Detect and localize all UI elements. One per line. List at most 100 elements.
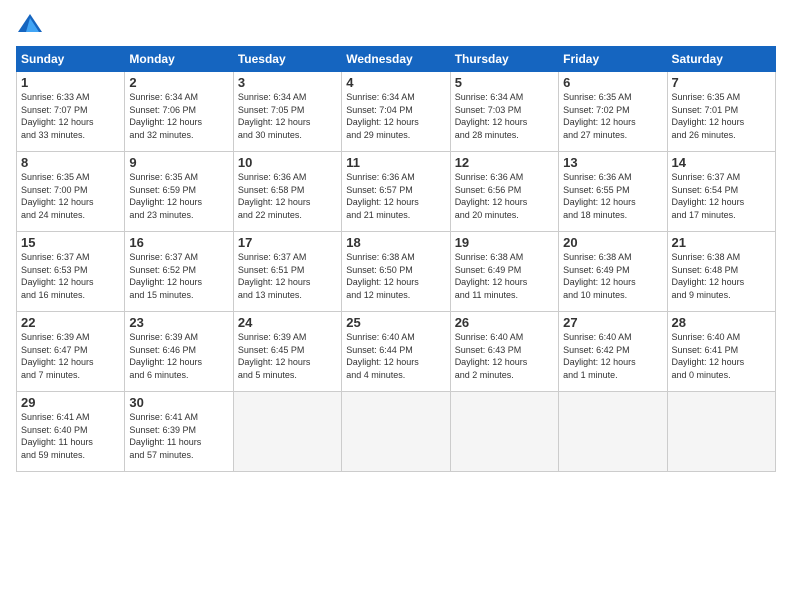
day-info: Sunrise: 6:35 AM Sunset: 7:00 PM Dayligh…: [21, 171, 120, 221]
calendar-cell: 20Sunrise: 6:38 AM Sunset: 6:49 PM Dayli…: [559, 232, 667, 312]
calendar-cell: [450, 392, 558, 472]
day-number: 24: [238, 315, 337, 330]
calendar: SundayMondayTuesdayWednesdayThursdayFrid…: [16, 46, 776, 472]
calendar-cell: [233, 392, 341, 472]
day-number: 27: [563, 315, 662, 330]
day-info: Sunrise: 6:40 AM Sunset: 6:44 PM Dayligh…: [346, 331, 445, 381]
day-number: 22: [21, 315, 120, 330]
day-number: 14: [672, 155, 771, 170]
calendar-cell: 23Sunrise: 6:39 AM Sunset: 6:46 PM Dayli…: [125, 312, 233, 392]
day-info: Sunrise: 6:41 AM Sunset: 6:40 PM Dayligh…: [21, 411, 120, 461]
calendar-cell: 17Sunrise: 6:37 AM Sunset: 6:51 PM Dayli…: [233, 232, 341, 312]
day-number: 21: [672, 235, 771, 250]
calendar-cell: 13Sunrise: 6:36 AM Sunset: 6:55 PM Dayli…: [559, 152, 667, 232]
day-number: 4: [346, 75, 445, 90]
calendar-cell: 7Sunrise: 6:35 AM Sunset: 7:01 PM Daylig…: [667, 72, 775, 152]
calendar-cell: 4Sunrise: 6:34 AM Sunset: 7:04 PM Daylig…: [342, 72, 450, 152]
calendar-cell: 21Sunrise: 6:38 AM Sunset: 6:48 PM Dayli…: [667, 232, 775, 312]
calendar-cell: 5Sunrise: 6:34 AM Sunset: 7:03 PM Daylig…: [450, 72, 558, 152]
day-info: Sunrise: 6:34 AM Sunset: 7:06 PM Dayligh…: [129, 91, 228, 141]
calendar-cell: 14Sunrise: 6:37 AM Sunset: 6:54 PM Dayli…: [667, 152, 775, 232]
calendar-header: SundayMondayTuesdayWednesdayThursdayFrid…: [17, 47, 776, 72]
calendar-cell: 9Sunrise: 6:35 AM Sunset: 6:59 PM Daylig…: [125, 152, 233, 232]
day-info: Sunrise: 6:35 AM Sunset: 7:02 PM Dayligh…: [563, 91, 662, 141]
day-info: Sunrise: 6:38 AM Sunset: 6:48 PM Dayligh…: [672, 251, 771, 301]
day-info: Sunrise: 6:34 AM Sunset: 7:03 PM Dayligh…: [455, 91, 554, 141]
calendar-cell: 12Sunrise: 6:36 AM Sunset: 6:56 PM Dayli…: [450, 152, 558, 232]
day-info: Sunrise: 6:40 AM Sunset: 6:42 PM Dayligh…: [563, 331, 662, 381]
calendar-cell: 24Sunrise: 6:39 AM Sunset: 6:45 PM Dayli…: [233, 312, 341, 392]
day-number: 3: [238, 75, 337, 90]
day-number: 9: [129, 155, 228, 170]
day-number: 2: [129, 75, 228, 90]
day-number: 8: [21, 155, 120, 170]
day-info: Sunrise: 6:39 AM Sunset: 6:47 PM Dayligh…: [21, 331, 120, 381]
weekday-header-monday: Monday: [125, 47, 233, 72]
calendar-cell: 11Sunrise: 6:36 AM Sunset: 6:57 PM Dayli…: [342, 152, 450, 232]
header: [16, 10, 776, 38]
day-number: 29: [21, 395, 120, 410]
weekday-header-wednesday: Wednesday: [342, 47, 450, 72]
calendar-cell: 26Sunrise: 6:40 AM Sunset: 6:43 PM Dayli…: [450, 312, 558, 392]
calendar-cell: [559, 392, 667, 472]
calendar-week-4: 29Sunrise: 6:41 AM Sunset: 6:40 PM Dayli…: [17, 392, 776, 472]
calendar-cell: 19Sunrise: 6:38 AM Sunset: 6:49 PM Dayli…: [450, 232, 558, 312]
weekday-header-saturday: Saturday: [667, 47, 775, 72]
day-info: Sunrise: 6:34 AM Sunset: 7:04 PM Dayligh…: [346, 91, 445, 141]
day-number: 12: [455, 155, 554, 170]
calendar-cell: 10Sunrise: 6:36 AM Sunset: 6:58 PM Dayli…: [233, 152, 341, 232]
day-number: 6: [563, 75, 662, 90]
day-number: 23: [129, 315, 228, 330]
day-info: Sunrise: 6:36 AM Sunset: 6:55 PM Dayligh…: [563, 171, 662, 221]
day-number: 15: [21, 235, 120, 250]
day-number: 17: [238, 235, 337, 250]
calendar-week-0: 1Sunrise: 6:33 AM Sunset: 7:07 PM Daylig…: [17, 72, 776, 152]
calendar-week-1: 8Sunrise: 6:35 AM Sunset: 7:00 PM Daylig…: [17, 152, 776, 232]
day-number: 19: [455, 235, 554, 250]
calendar-cell: 16Sunrise: 6:37 AM Sunset: 6:52 PM Dayli…: [125, 232, 233, 312]
calendar-body: 1Sunrise: 6:33 AM Sunset: 7:07 PM Daylig…: [17, 72, 776, 472]
day-info: Sunrise: 6:37 AM Sunset: 6:51 PM Dayligh…: [238, 251, 337, 301]
day-info: Sunrise: 6:41 AM Sunset: 6:39 PM Dayligh…: [129, 411, 228, 461]
weekday-header-tuesday: Tuesday: [233, 47, 341, 72]
day-info: Sunrise: 6:39 AM Sunset: 6:46 PM Dayligh…: [129, 331, 228, 381]
calendar-week-2: 15Sunrise: 6:37 AM Sunset: 6:53 PM Dayli…: [17, 232, 776, 312]
logo-icon: [16, 10, 44, 38]
calendar-cell: 15Sunrise: 6:37 AM Sunset: 6:53 PM Dayli…: [17, 232, 125, 312]
calendar-week-3: 22Sunrise: 6:39 AM Sunset: 6:47 PM Dayli…: [17, 312, 776, 392]
day-number: 28: [672, 315, 771, 330]
day-info: Sunrise: 6:37 AM Sunset: 6:54 PM Dayligh…: [672, 171, 771, 221]
day-info: Sunrise: 6:35 AM Sunset: 6:59 PM Dayligh…: [129, 171, 228, 221]
calendar-cell: 22Sunrise: 6:39 AM Sunset: 6:47 PM Dayli…: [17, 312, 125, 392]
calendar-cell: 1Sunrise: 6:33 AM Sunset: 7:07 PM Daylig…: [17, 72, 125, 152]
day-info: Sunrise: 6:38 AM Sunset: 6:49 PM Dayligh…: [563, 251, 662, 301]
day-info: Sunrise: 6:36 AM Sunset: 6:56 PM Dayligh…: [455, 171, 554, 221]
calendar-cell: 30Sunrise: 6:41 AM Sunset: 6:39 PM Dayli…: [125, 392, 233, 472]
day-info: Sunrise: 6:37 AM Sunset: 6:52 PM Dayligh…: [129, 251, 228, 301]
day-info: Sunrise: 6:36 AM Sunset: 6:57 PM Dayligh…: [346, 171, 445, 221]
day-info: Sunrise: 6:38 AM Sunset: 6:49 PM Dayligh…: [455, 251, 554, 301]
day-info: Sunrise: 6:33 AM Sunset: 7:07 PM Dayligh…: [21, 91, 120, 141]
day-number: 20: [563, 235, 662, 250]
logo: [16, 10, 48, 38]
day-number: 16: [129, 235, 228, 250]
day-info: Sunrise: 6:40 AM Sunset: 6:41 PM Dayligh…: [672, 331, 771, 381]
day-number: 7: [672, 75, 771, 90]
day-number: 13: [563, 155, 662, 170]
calendar-cell: 18Sunrise: 6:38 AM Sunset: 6:50 PM Dayli…: [342, 232, 450, 312]
day-number: 18: [346, 235, 445, 250]
day-info: Sunrise: 6:35 AM Sunset: 7:01 PM Dayligh…: [672, 91, 771, 141]
day-number: 30: [129, 395, 228, 410]
calendar-cell: 27Sunrise: 6:40 AM Sunset: 6:42 PM Dayli…: [559, 312, 667, 392]
calendar-cell: [342, 392, 450, 472]
day-number: 1: [21, 75, 120, 90]
calendar-cell: 2Sunrise: 6:34 AM Sunset: 7:06 PM Daylig…: [125, 72, 233, 152]
day-number: 11: [346, 155, 445, 170]
day-info: Sunrise: 6:40 AM Sunset: 6:43 PM Dayligh…: [455, 331, 554, 381]
day-info: Sunrise: 6:34 AM Sunset: 7:05 PM Dayligh…: [238, 91, 337, 141]
calendar-cell: 29Sunrise: 6:41 AM Sunset: 6:40 PM Dayli…: [17, 392, 125, 472]
calendar-cell: 8Sunrise: 6:35 AM Sunset: 7:00 PM Daylig…: [17, 152, 125, 232]
calendar-cell: 3Sunrise: 6:34 AM Sunset: 7:05 PM Daylig…: [233, 72, 341, 152]
day-info: Sunrise: 6:36 AM Sunset: 6:58 PM Dayligh…: [238, 171, 337, 221]
day-number: 5: [455, 75, 554, 90]
